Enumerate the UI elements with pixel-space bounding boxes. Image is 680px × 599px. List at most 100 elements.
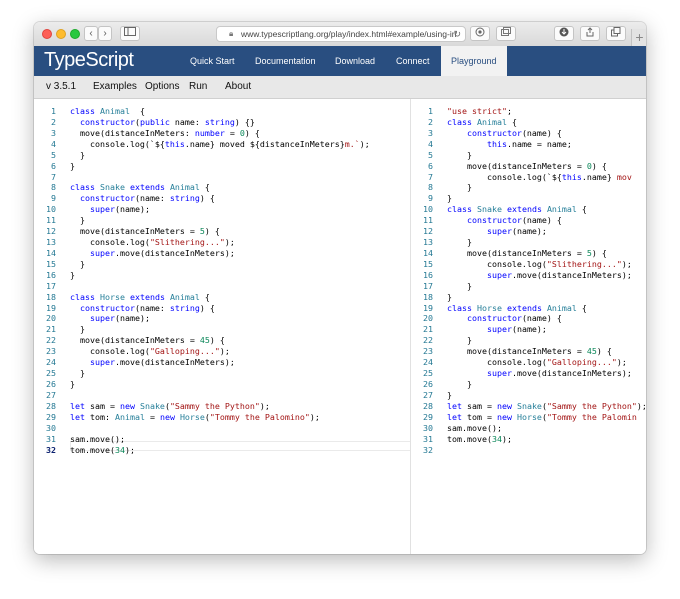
line-number: 20 bbox=[46, 313, 56, 324]
code-line: 29 let tom = new Horse("Tommy the Palomin bbox=[411, 412, 637, 423]
code-line: 3 constructor(name) { bbox=[411, 128, 562, 139]
code-line: 16} bbox=[34, 270, 75, 281]
nav-documentation[interactable]: Documentation bbox=[255, 46, 316, 76]
reader-icon[interactable] bbox=[470, 26, 490, 41]
line-number: 28 bbox=[46, 400, 56, 411]
line-number: 4 bbox=[51, 138, 56, 149]
line-number: 1 bbox=[51, 106, 56, 116]
line-number: 25 bbox=[46, 368, 56, 379]
forward-button[interactable]: › bbox=[98, 26, 112, 41]
nav-download[interactable]: Download bbox=[335, 46, 375, 76]
line-number: 12 bbox=[423, 226, 433, 237]
code-line: 1 class Animal { bbox=[34, 106, 145, 117]
line-number: 21 bbox=[423, 324, 433, 335]
line-number: 2 bbox=[428, 116, 433, 127]
line-number: 31 bbox=[46, 433, 56, 444]
line-number: 7 bbox=[51, 171, 56, 182]
code-line: 2 constructor(public name: string) {} bbox=[34, 117, 255, 128]
menu-options[interactable]: Options bbox=[145, 76, 179, 98]
code-line: 2 class Animal { bbox=[411, 117, 517, 128]
code-line: 19 constructor(name: string) { bbox=[34, 303, 215, 314]
new-window-icon[interactable] bbox=[606, 26, 626, 41]
code-line: 26} bbox=[34, 379, 75, 390]
menu-about[interactable]: About bbox=[225, 76, 251, 98]
share-icon[interactable] bbox=[580, 26, 600, 41]
code-line: 31 tom.move(34); bbox=[411, 434, 512, 445]
nav-quick-start[interactable]: Quick Start bbox=[190, 46, 235, 76]
version-label: v 3.5.1 bbox=[46, 81, 77, 92]
line-number: 21 bbox=[46, 324, 56, 335]
code-line: 25 } bbox=[34, 368, 85, 379]
code-line: 28 let sam = new Snake("Sammy the Python"… bbox=[411, 401, 646, 412]
line-number: 32 bbox=[423, 444, 433, 455]
code-line: 30 sam.move(); bbox=[411, 423, 502, 434]
close-window-button[interactable] bbox=[42, 29, 52, 39]
code-line: 14 move(distanceInMeters = 5) { bbox=[411, 248, 607, 259]
reload-icon[interactable]: ↻ bbox=[453, 27, 461, 41]
code-line: 11 constructor(name) { bbox=[411, 215, 562, 226]
typescript-logo[interactable]: TypeScript bbox=[44, 49, 134, 72]
line-number: 1 bbox=[428, 106, 433, 116]
menu-run[interactable]: Run bbox=[189, 76, 207, 98]
code-line: 20 constructor(name) { bbox=[411, 313, 562, 324]
code-line: 5 } bbox=[411, 150, 472, 161]
line-number: 5 bbox=[428, 149, 433, 160]
typescript-editor[interactable]: 1 class Animal {2 constructor(public name… bbox=[34, 99, 411, 554]
code-line: 17 } bbox=[411, 281, 472, 292]
code-line: 13 console.log("Slithering..."); bbox=[34, 237, 235, 248]
code-line: 11 } bbox=[34, 215, 85, 226]
minimize-window-button[interactable] bbox=[56, 29, 66, 39]
line-number: 24 bbox=[46, 357, 56, 368]
code-line: 7 console.log(`${this.name} mov bbox=[411, 172, 632, 183]
code-line: 15 console.log("Slithering..."); bbox=[411, 259, 632, 270]
code-line: 4 this.name = name; bbox=[411, 139, 572, 150]
line-number: 6 bbox=[428, 160, 433, 171]
line-number: 5 bbox=[51, 149, 56, 160]
code-line: 12 super(name); bbox=[411, 226, 547, 237]
line-number: 10 bbox=[46, 204, 56, 215]
code-line: 32 tom.move(34); bbox=[34, 445, 135, 456]
tab-overview-icon[interactable] bbox=[496, 26, 516, 41]
sidebar-icon[interactable] bbox=[120, 26, 140, 41]
javascript-output[interactable]: 1 "use strict"; 2 class Animal {3 construct… bbox=[411, 99, 646, 554]
code-line: 18} bbox=[411, 292, 452, 303]
line-number: 30 bbox=[46, 422, 56, 433]
new-tab-icon[interactable]: + bbox=[631, 29, 646, 46]
line-number: 2 bbox=[51, 116, 56, 127]
line-number: 19 bbox=[423, 302, 433, 313]
line-number: 8 bbox=[51, 182, 56, 193]
code-line: 10 class Snake extends Animal { bbox=[411, 204, 587, 215]
line-number: 17 bbox=[423, 280, 433, 291]
line-number: 14 bbox=[46, 247, 56, 258]
code-line: 7 bbox=[34, 172, 70, 183]
code-line: 27} bbox=[411, 390, 452, 401]
address-bar[interactable]: 🔒︎ www.typescriptlang.org/play/index.htm… bbox=[216, 26, 466, 42]
code-line: 30 bbox=[34, 423, 70, 434]
line-number: 18 bbox=[46, 291, 56, 302]
nav-connect[interactable]: Connect bbox=[396, 46, 430, 76]
line-number: 29 bbox=[46, 411, 56, 422]
line-number: 3 bbox=[428, 127, 433, 138]
browser-window: ‹ › 🔒︎ www.typescriptlang.org/play/index… bbox=[34, 22, 646, 554]
nav-playground[interactable]: Playground bbox=[441, 46, 507, 76]
line-number: 28 bbox=[423, 400, 433, 411]
code-line: 23 console.log("Galloping..."); bbox=[34, 346, 230, 357]
code-line: 15 } bbox=[34, 259, 85, 270]
line-number: 25 bbox=[423, 368, 433, 379]
menu-examples[interactable]: Examples bbox=[93, 76, 137, 98]
code-line: 27 bbox=[34, 390, 70, 401]
line-number: 15 bbox=[423, 258, 433, 269]
back-button[interactable]: ‹ bbox=[84, 26, 98, 41]
code-line: 4 console.log(`${this.name} moved ${dist… bbox=[34, 139, 370, 150]
line-number: 23 bbox=[423, 346, 433, 357]
code-line: 28 let sam = new Snake("Sammy the Python"… bbox=[34, 401, 270, 412]
code-line: 25 super.move(distanceInMeters); bbox=[411, 368, 632, 379]
site-header: TypeScript Quick Start Documentation Dow… bbox=[34, 46, 646, 76]
code-line: 29 let tom: Animal = new Horse("Tommy the… bbox=[34, 412, 320, 423]
line-number: 10 bbox=[423, 204, 433, 215]
downloads-icon[interactable] bbox=[554, 26, 574, 41]
code-line: 19 class Horse extends Animal { bbox=[411, 303, 587, 314]
line-number: 26 bbox=[46, 379, 56, 389]
zoom-window-button[interactable] bbox=[70, 29, 80, 39]
code-line: 12 move(distanceInMeters = 5) { bbox=[34, 226, 220, 237]
